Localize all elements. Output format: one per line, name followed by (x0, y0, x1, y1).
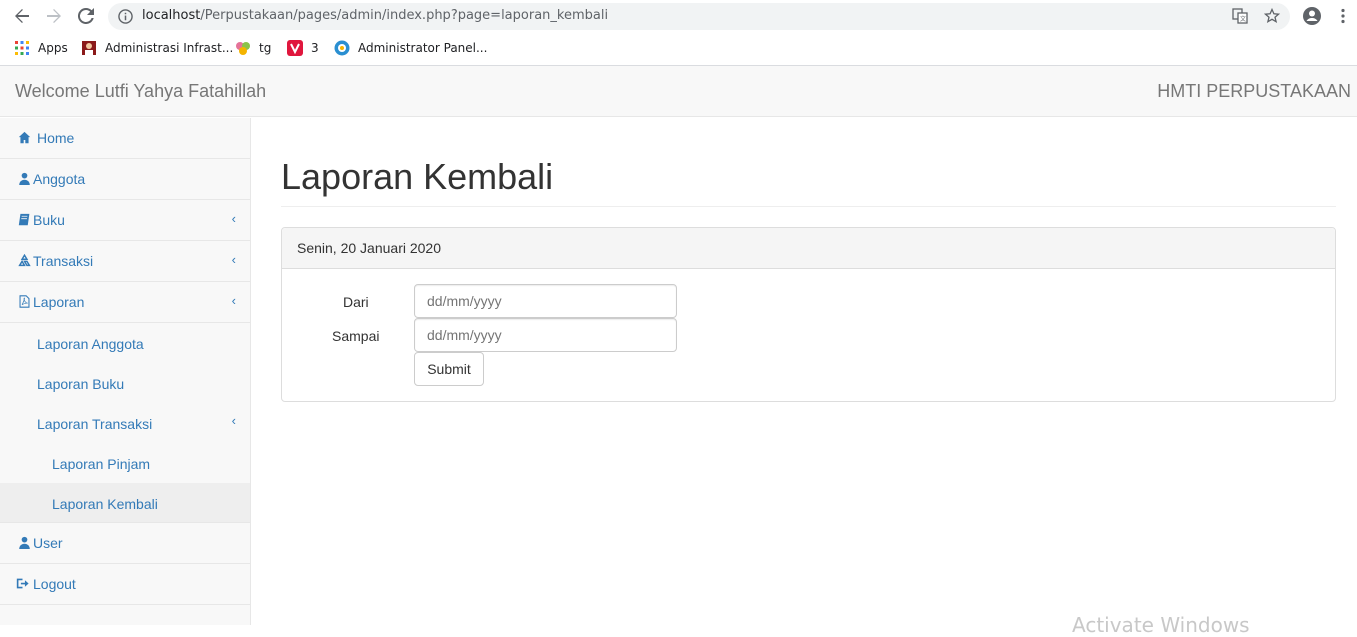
home-icon (18, 131, 31, 144)
bookmark-label: Administrator Panel... (358, 41, 488, 55)
url-host: localhost (142, 8, 201, 23)
chevron-left-icon: ‹ (231, 211, 236, 226)
apps-grid-icon (15, 41, 29, 55)
chevron-left-icon: ‹ (231, 413, 236, 428)
user-icon (19, 536, 30, 549)
sidebar-item-label: Buku (33, 212, 65, 228)
url-text: localhost/Perpustakaan/pages/admin/index… (142, 8, 608, 23)
bookmark-label: 3 (311, 41, 319, 55)
user-icon (19, 172, 30, 185)
sidebar-item-label: Laporan Buku (37, 376, 125, 392)
activate-windows-watermark: Activate Windows (1072, 613, 1250, 637)
sidebar-item-user[interactable]: User (0, 523, 250, 564)
sidebar: Home Anggota Buku ‹ Transaksi ‹ Laporan … (0, 118, 251, 625)
sidebar-item-label: Transaksi (33, 253, 94, 269)
address-bar[interactable]: localhost/Perpustakaan/pages/admin/index… (108, 3, 1290, 30)
bookmark-vivino[interactable]: 3 (287, 40, 319, 56)
bookmark-administrasi[interactable]: Administrasi Infrast... (81, 40, 233, 56)
chevron-left-icon: ‹ (231, 293, 236, 308)
sidebar-item-label: Laporan Kembali (52, 496, 158, 512)
sidebar-item-label: Laporan Anggota (37, 336, 144, 352)
brand-title[interactable]: HMTI PERPUSTAKAAN (1157, 81, 1351, 102)
profile-avatar-icon[interactable] (1302, 6, 1322, 26)
welcome-text[interactable]: Welcome Lutfi Yahya Fatahillah (15, 81, 266, 102)
info-icon[interactable] (118, 9, 133, 24)
admin-panel-icon (334, 40, 350, 56)
svg-text:文: 文 (1240, 15, 1246, 23)
bookmarks-bar: Apps Administrasi Infrast... tg 3 Admini… (0, 33, 1357, 66)
translate-icon[interactable]: 文 (1232, 8, 1248, 24)
bookmark-label: Administrasi Infrast... (105, 41, 234, 55)
page-title: Laporan Kembali (281, 156, 554, 197)
sidebar-item-laporan-kembali[interactable]: Laporan Kembali (0, 483, 250, 523)
chevron-left-icon: ‹ (231, 252, 236, 267)
menu-kebab-icon[interactable] (1340, 8, 1346, 24)
tg-flower-icon (236, 42, 250, 55)
bookmark-tg[interactable]: tg (235, 40, 271, 56)
sidebar-item-label: Logout (33, 576, 76, 592)
sidebar-item-anggota[interactable]: Anggota (0, 159, 250, 200)
star-bookmark-icon[interactable] (1264, 8, 1280, 24)
dari-date-input[interactable] (414, 284, 677, 318)
panel-heading-date: Senin, 20 Januari 2020 (282, 228, 1335, 269)
bookmark-apps[interactable]: Apps (14, 40, 68, 56)
sidebar-item-label: Laporan Transaksi (37, 416, 153, 432)
sidebar-item-logout[interactable]: Logout (0, 564, 250, 605)
book-icon (18, 213, 30, 226)
sidebar-item-label: User (33, 535, 63, 551)
sidebar-item-label: Home (37, 130, 75, 146)
back-arrow-icon[interactable] (12, 6, 32, 26)
bookmark-label: tg (259, 41, 272, 55)
sidebar-item-home[interactable]: Home (0, 118, 250, 159)
bookmark-admin-panel[interactable]: Administrator Panel... (334, 40, 487, 56)
sidebar-item-buku[interactable]: Buku ‹ (0, 200, 250, 241)
sidebar-item-laporan-buku[interactable]: Laporan Buku (0, 363, 250, 403)
sidebar-item-laporan[interactable]: Laporan ‹ (0, 282, 250, 323)
vivino-icon (287, 40, 303, 56)
report-panel: Senin, 20 Januari 2020 Dari Sampai Submi… (281, 227, 1336, 402)
top-navbar: Welcome Lutfi Yahya Fatahillah HMTI PERP… (0, 66, 1357, 117)
reload-icon[interactable] (76, 6, 96, 26)
sidebar-item-label: Laporan (33, 294, 85, 310)
logout-icon (16, 578, 29, 589)
sidebar-item-laporan-pinjam[interactable]: Laporan Pinjam (0, 443, 250, 483)
sidebar-item-transaksi[interactable]: Transaksi ‹ (0, 241, 250, 282)
sampai-label: Sampai (332, 328, 380, 344)
sidebar-item-laporan-anggota[interactable]: Laporan Anggota (0, 323, 250, 363)
pdf-file-icon (19, 295, 30, 308)
dari-label: Dari (343, 294, 369, 310)
bookmark-label: Apps (38, 41, 68, 55)
submit-button[interactable]: Submit (414, 352, 484, 386)
forward-arrow-icon[interactable] (44, 6, 64, 26)
admin-avatar-icon (82, 41, 96, 55)
title-divider (281, 206, 1336, 207)
url-path: /Perpustakaan/pages/admin/index.php?page… (200, 8, 609, 23)
sidebar-item-laporan-transaksi[interactable]: Laporan Transaksi ‹ (0, 403, 250, 443)
sampai-date-input[interactable] (414, 318, 677, 352)
browser-toolbar: localhost/Perpustakaan/pages/admin/index… (0, 0, 1357, 33)
sidebar-item-label: Laporan Pinjam (52, 456, 151, 472)
recycle-icon (18, 254, 31, 267)
sidebar-item-label: Anggota (33, 171, 86, 187)
